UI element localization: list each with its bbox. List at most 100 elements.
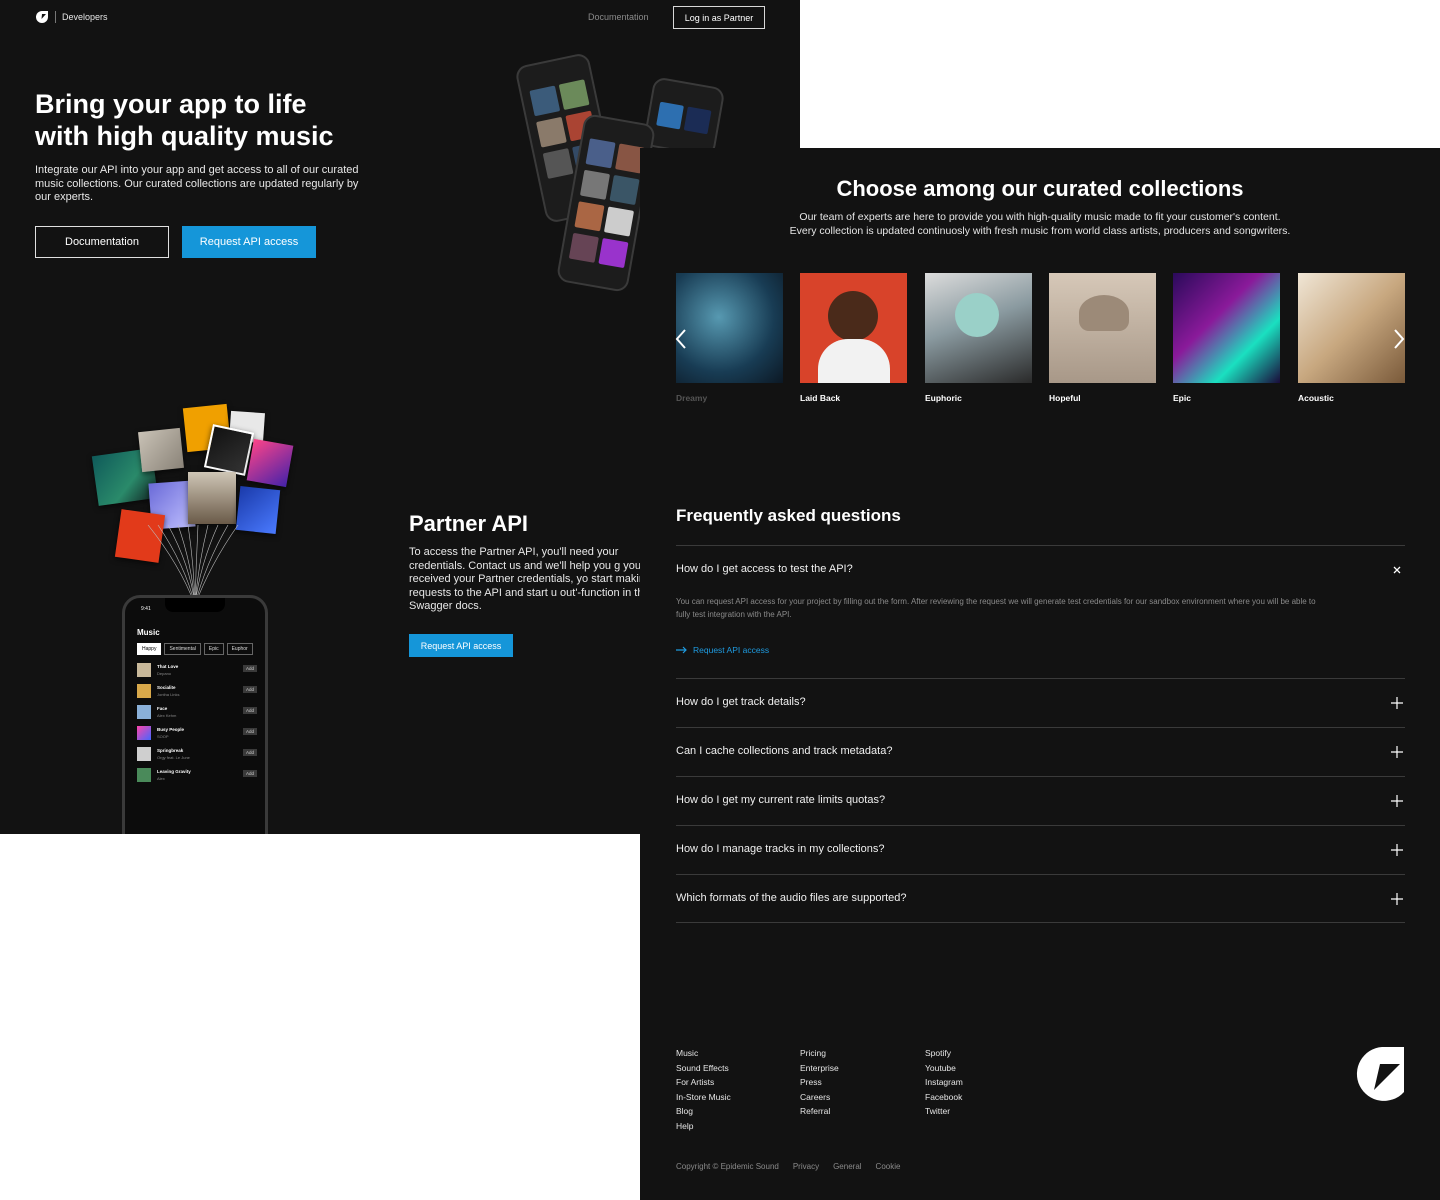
collection-label: Epic: [1173, 393, 1191, 403]
faq-divider: [676, 825, 1405, 826]
faq-divider: [676, 922, 1405, 923]
track-name: Socialite: [157, 685, 176, 690]
arrow-right-icon: [676, 646, 687, 654]
faq-divider: [676, 678, 1405, 679]
track-artist: Depano: [157, 671, 172, 676]
footer-link[interactable]: Enterprise: [800, 1061, 839, 1076]
footer-link[interactable]: Facebook: [925, 1090, 963, 1105]
logo-divider: [55, 11, 56, 23]
album-cover: [138, 427, 184, 473]
legal-link[interactable]: Privacy: [793, 1162, 819, 1171]
collection-card-euphoric[interactable]: Euphoric: [925, 273, 1032, 403]
phone-track-row: That Love Depano Add: [137, 661, 257, 682]
collection-card-laid-back[interactable]: Laid Back: [800, 273, 907, 403]
collection-card-epic[interactable]: Epic: [1173, 273, 1280, 403]
collection-image-figure: [1079, 295, 1129, 331]
partner-request-api-button[interactable]: Request API access: [409, 634, 513, 657]
phone-chip: Epic: [203, 643, 224, 655]
close-icon[interactable]: [1390, 563, 1404, 577]
track-name: Springbreak: [157, 748, 184, 753]
faq-answer: You can request API access for your proj…: [676, 597, 1316, 619]
faq-question[interactable]: How do I manage tracks in my collections…: [676, 843, 884, 855]
collection-card-acoustic[interactable]: Acoustic: [1298, 273, 1405, 403]
track-thumbnail: [137, 663, 151, 677]
collection-label: Laid Back: [800, 393, 841, 403]
collections-carousel: Dreamy Laid Back Euphoric Hopeful Epic A…: [676, 273, 1440, 413]
legal-link[interactable]: General: [833, 1162, 861, 1171]
partner-api-title: Partner API: [409, 511, 529, 536]
track-thumbnail: [137, 747, 151, 761]
phone-track-row: Face Alex Kehm Add: [137, 703, 257, 724]
hero-description: Integrate our API into your app and get …: [35, 164, 359, 203]
hero-documentation-button[interactable]: Documentation: [35, 226, 169, 258]
track-artist: Alex Kehm: [157, 713, 177, 718]
track-add-button: Add: [242, 686, 257, 693]
faq-question[interactable]: Can I cache collections and track metada…: [676, 745, 892, 757]
faq-title: Frequently asked questions: [676, 506, 901, 525]
faq-link-label: Request API access: [693, 645, 770, 655]
header-logo[interactable]: Developers: [35, 10, 108, 24]
collections-subtitle: Our team of experts are here to provide …: [640, 211, 1440, 238]
phone-track-row: Springbreak Orgy feat. Le June Add: [137, 745, 257, 766]
footer-link[interactable]: Pricing: [800, 1046, 839, 1061]
track-add-button: Add: [242, 665, 257, 672]
faq-divider: [676, 874, 1405, 875]
hero-title-line2: with high quality music: [35, 121, 334, 151]
plus-icon[interactable]: [1390, 794, 1404, 808]
faq-question[interactable]: How do I get my current rate limits quot…: [676, 794, 885, 806]
footer-link[interactable]: Youtube: [925, 1061, 963, 1076]
hero-request-api-button[interactable]: Request API access: [182, 226, 316, 258]
faq-question[interactable]: How do I get track details?: [676, 696, 806, 708]
phone-right: [642, 76, 726, 158]
collection-label: Euphoric: [925, 393, 962, 403]
footer-link[interactable]: Help: [676, 1119, 731, 1134]
collection-image: [1049, 273, 1156, 383]
login-partner-button[interactable]: Log in as Partner: [673, 6, 765, 29]
footer-link[interactable]: Blog: [676, 1104, 731, 1119]
footer-link[interactable]: Referral: [800, 1104, 839, 1119]
phone-track-row: Leaving Gravity Alex Add: [137, 766, 257, 787]
collection-image: [800, 273, 907, 383]
plus-icon[interactable]: [1390, 892, 1404, 906]
footer-link[interactable]: Press: [800, 1075, 839, 1090]
phone-chip: Euphor: [226, 643, 253, 655]
footer-link[interactable]: Spotify: [925, 1046, 963, 1061]
partner-api-description: To access the Partner API, you'll need y…: [409, 546, 655, 612]
track-add-button: Add: [242, 707, 257, 714]
footer-link[interactable]: Instagram: [925, 1075, 963, 1090]
carousel-prev-arrow-icon[interactable]: [674, 328, 688, 350]
plus-icon[interactable]: [1390, 696, 1404, 710]
footer-link[interactable]: Sound Effects: [676, 1061, 731, 1076]
faq-divider: [676, 727, 1405, 728]
phone-mood-chips: Happy Sentimental Epic Euphor: [137, 643, 253, 655]
album-cover: [246, 438, 294, 488]
nav-documentation-link[interactable]: Documentation: [588, 12, 649, 22]
footer-link[interactable]: Twitter: [925, 1104, 963, 1119]
carousel-next-arrow-icon[interactable]: [1392, 328, 1406, 350]
faq-question-open[interactable]: How do I get access to test the API?: [676, 563, 853, 575]
faq-request-api-link[interactable]: Request API access: [676, 645, 769, 655]
footer-link[interactable]: In-Store Music: [676, 1090, 731, 1105]
plus-icon[interactable]: [1390, 843, 1404, 857]
legal-link[interactable]: Cookie: [876, 1162, 901, 1171]
hero-title-line1: Bring your app to life: [35, 89, 307, 119]
collection-label: Acoustic: [1298, 393, 1334, 403]
track-artist: Jontha Links: [157, 692, 180, 697]
footer-link[interactable]: Music: [676, 1046, 731, 1061]
faq-question[interactable]: Which formats of the audio files are sup…: [676, 892, 907, 904]
phone-track-row: Socialite Jontha Links Add: [137, 682, 257, 703]
faq-divider: [676, 776, 1405, 777]
collection-card-hopeful[interactable]: Hopeful: [1049, 273, 1156, 403]
phone-chip: Sentimental: [164, 643, 201, 655]
footer-link[interactable]: For Artists: [676, 1075, 731, 1090]
collection-card-dreamy[interactable]: Dreamy: [676, 273, 783, 403]
brand-label: Developers: [62, 12, 108, 22]
plus-icon[interactable]: [1390, 745, 1404, 759]
track-add-button: Add: [242, 770, 257, 777]
footer-link[interactable]: Careers: [800, 1090, 839, 1105]
footer-legal: Copyright © Epidemic Sound Privacy Gener…: [676, 1162, 900, 1171]
footer-column-company: Pricing Enterprise Press Careers Referra…: [800, 1046, 839, 1119]
collections-title: Choose among our curated collections: [836, 176, 1244, 201]
phone-notch: [165, 598, 225, 612]
phone-app-title: Music: [137, 628, 160, 637]
